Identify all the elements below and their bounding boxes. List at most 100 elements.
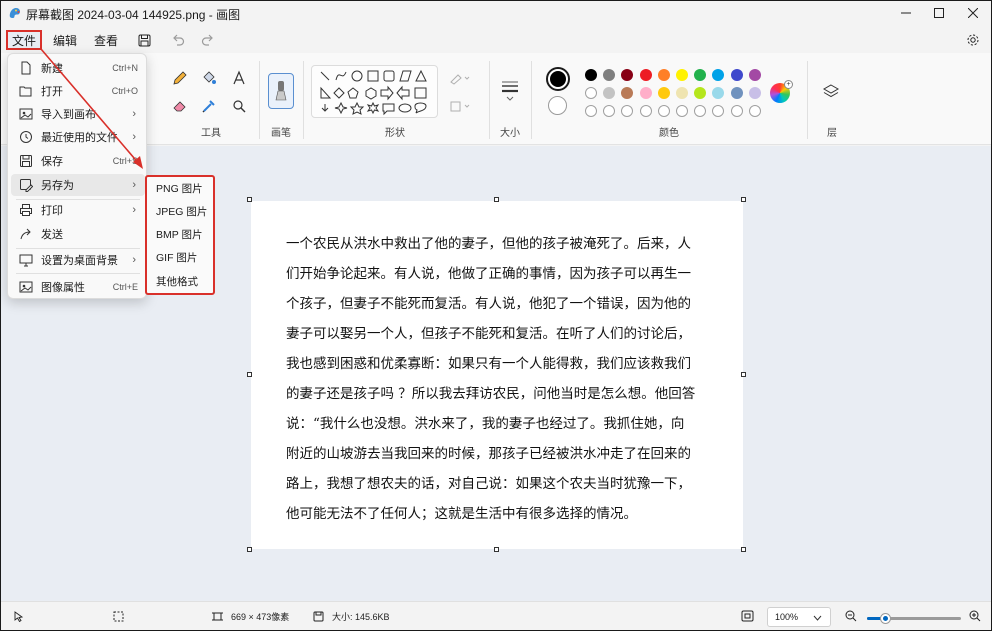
color-swatch[interactable] — [657, 69, 670, 81]
menu-open[interactable]: 打开 Ctrl+O — [11, 80, 145, 102]
save-as-other-formats[interactable]: 其他格式 — [156, 274, 198, 289]
custom-color-slot[interactable] — [694, 105, 707, 117]
fit-to-window-button[interactable] — [741, 610, 754, 622]
save-as-gif[interactable]: GIF 图片 — [156, 250, 197, 265]
menu-save-as[interactable]: 另存为 › — [11, 174, 145, 196]
save-as-png[interactable]: PNG 图片 — [156, 181, 203, 196]
shapes-gallery[interactable] — [311, 65, 438, 118]
pencil-tool[interactable] — [169, 67, 191, 89]
canvas-text-line: 说：“我什么也没想。洪水来了，我的妻子也经过了。我抓住她，向 — [286, 416, 685, 432]
zoom-slider-thumb[interactable] — [881, 614, 891, 623]
quick-save-button[interactable] — [134, 30, 154, 50]
color-swatch[interactable] — [603, 69, 616, 81]
menu-save[interactable]: 保存 Ctrl+S — [11, 150, 145, 172]
resize-handle[interactable] — [741, 547, 746, 552]
zoom-slider-track[interactable] — [867, 614, 961, 623]
color-swatch[interactable] — [657, 87, 670, 99]
zoom-out-button[interactable] — [845, 610, 857, 622]
menu-send[interactable]: 发送 — [11, 223, 145, 245]
resize-handle[interactable] — [247, 547, 252, 552]
zoom-in-button[interactable] — [969, 610, 981, 622]
canvas-text-line: 们开始争论起来。有人说，他做了正确的事情，因为孩子可以再生一 — [286, 266, 691, 282]
color-swatch[interactable] — [585, 87, 597, 99]
open-folder-icon — [19, 86, 32, 97]
file-menu: 新建 Ctrl+N 打开 Ctrl+O 导入到画布 › 最近使用的文件 › 保存… — [7, 53, 147, 299]
color-swatch[interactable] — [694, 87, 707, 99]
custom-color-slot[interactable] — [730, 105, 743, 117]
layers-button[interactable] — [820, 81, 842, 103]
menu-view[interactable]: 查看 — [88, 30, 124, 50]
menu-import[interactable]: 导入到画布 › — [11, 103, 145, 125]
color-swatch[interactable] — [639, 69, 652, 81]
shape-outline-button[interactable] — [449, 67, 471, 89]
color-swatch[interactable] — [712, 69, 725, 81]
text-tool[interactable] — [228, 67, 250, 89]
zoom-select[interactable]: 100% — [767, 607, 831, 627]
menu-print[interactable]: 打印 › — [11, 199, 145, 221]
color-swatch[interactable] — [694, 69, 707, 81]
resize-handle[interactable] — [494, 547, 499, 552]
menu-image-properties-shortcut: Ctrl+E — [112, 282, 138, 292]
redo-button[interactable] — [197, 30, 217, 50]
custom-color-slot[interactable] — [657, 105, 670, 117]
resize-handle[interactable] — [741, 372, 746, 377]
custom-color-slot[interactable] — [603, 105, 616, 117]
color-swatch[interactable] — [621, 87, 634, 99]
primary-color-slot[interactable] — [546, 67, 570, 91]
custom-color-slot[interactable] — [621, 105, 634, 117]
size-selector[interactable] — [498, 79, 522, 101]
ribbon-divider — [807, 61, 808, 139]
minimize-button[interactable] — [890, 1, 922, 25]
edit-colors-button[interactable]: + — [770, 80, 793, 103]
custom-color-slot[interactable] — [585, 105, 597, 117]
color-swatch[interactable] — [748, 69, 761, 81]
secondary-color-slot[interactable] — [548, 96, 567, 115]
color-swatch[interactable] — [603, 87, 616, 99]
settings-button[interactable] — [963, 30, 983, 50]
maximize-button[interactable] — [923, 1, 955, 25]
color-swatch[interactable] — [730, 87, 743, 99]
ribbon: 工具 画笔 形状 大小 + 颜色 层 — [1, 53, 991, 145]
brush-selector[interactable] — [268, 73, 294, 109]
custom-color-slot[interactable] — [639, 105, 652, 117]
color-swatch[interactable] — [730, 69, 743, 81]
resize-handle[interactable] — [494, 197, 499, 202]
resize-handle[interactable] — [247, 372, 252, 377]
color-swatch[interactable] — [676, 69, 688, 81]
undo-button[interactable] — [168, 30, 188, 50]
shapes-group-label: 形状 — [385, 128, 405, 139]
chevron-right-icon: › — [132, 108, 136, 120]
custom-color-slot[interactable] — [676, 105, 688, 117]
menu-recent[interactable]: 最近使用的文件 › — [11, 126, 145, 148]
drawing-canvas[interactable]: 一个农民从洪水中救出了他的妻子，但他的孩子被淹死了。后来，人 们开始争论起来。有人… — [251, 201, 743, 549]
color-picker-tool[interactable] — [198, 95, 220, 117]
save-as-jpeg[interactable]: JPEG 图片 — [156, 204, 207, 219]
redo-icon — [201, 34, 213, 46]
shape-fill-button[interactable] — [449, 95, 471, 117]
magnifier-tool[interactable] — [228, 95, 250, 117]
color-swatch[interactable] — [748, 87, 761, 99]
custom-color-slot[interactable] — [748, 105, 761, 117]
resize-handle[interactable] — [247, 197, 252, 202]
resize-handle[interactable] — [741, 197, 746, 202]
close-button[interactable] — [957, 1, 989, 25]
tools-group-label: 工具 — [201, 128, 221, 139]
menu-edit[interactable]: 编辑 — [47, 30, 83, 50]
color-swatch[interactable] — [712, 87, 725, 99]
menu-image-properties[interactable]: 图像属性 Ctrl+E — [11, 276, 145, 298]
file-size: 大小: 145.6KB — [313, 610, 390, 623]
color-swatch[interactable] — [621, 69, 634, 81]
color-swatch[interactable] — [676, 87, 688, 99]
save-as-bmp[interactable]: BMP 图片 — [156, 227, 202, 242]
custom-color-slot[interactable] — [712, 105, 725, 117]
color-swatch[interactable] — [639, 87, 652, 99]
status-bar: 669 × 473像素 大小: 145.6KB 100% — [1, 601, 991, 630]
color-swatch[interactable] — [585, 69, 597, 81]
menu-set-background[interactable]: 设置为桌面背景 › — [11, 249, 145, 271]
eraser-tool[interactable] — [169, 95, 191, 117]
fill-tool[interactable] — [198, 67, 220, 89]
zoom-value: 100% — [775, 612, 799, 622]
menu-new[interactable]: 新建 Ctrl+N — [11, 57, 145, 79]
menu-file[interactable]: 文件 — [6, 30, 42, 50]
ribbon-divider — [531, 61, 532, 139]
